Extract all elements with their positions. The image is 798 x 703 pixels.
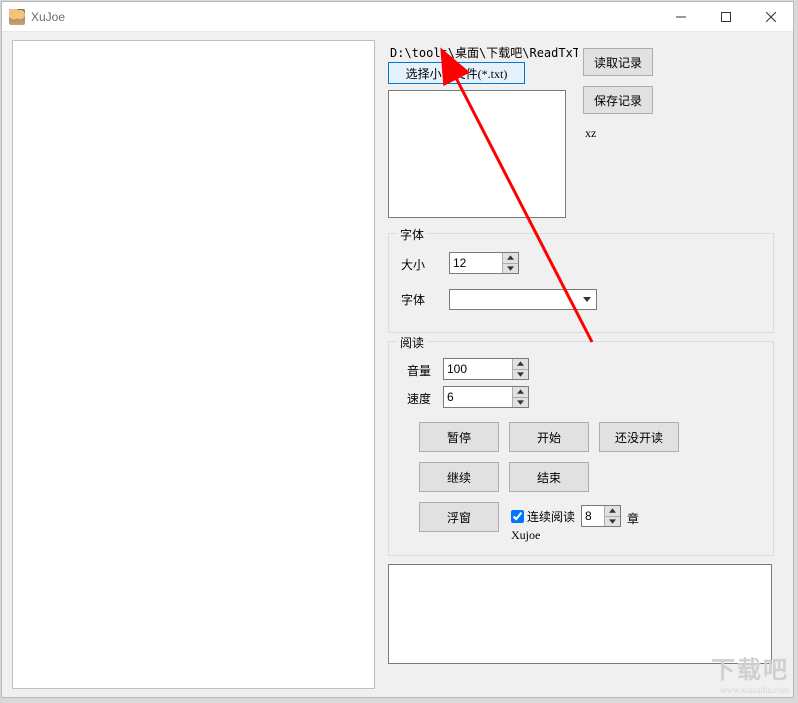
spin-down-icon[interactable] — [502, 264, 518, 274]
spin-up-icon[interactable] — [604, 506, 620, 517]
speed-value: 6 — [447, 390, 454, 404]
spin-up-icon[interactable] — [502, 253, 518, 264]
window-controls — [658, 2, 793, 32]
continuous-read-label: 连续阅读 — [527, 508, 575, 525]
xz-label: xz — [585, 126, 596, 141]
titlebar: XuJoe — [2, 2, 793, 32]
not-read-yet-button[interactable]: 还没开读 — [599, 422, 679, 452]
continue-button[interactable]: 继续 — [419, 462, 499, 492]
file-listbox[interactable] — [388, 90, 566, 218]
spin-down-icon[interactable] — [604, 517, 620, 527]
chapter-value: 8 — [585, 509, 592, 523]
maximize-button[interactable] — [703, 2, 748, 32]
save-record-button[interactable]: 保存记录 — [583, 86, 653, 114]
font-group: 字体 大小 12 字体 — [388, 233, 774, 333]
read-record-button[interactable]: 读取记录 — [583, 48, 653, 76]
select-file-button[interactable]: 选择小说文件(*.txt) — [388, 62, 525, 84]
pause-button[interactable]: 暂停 — [419, 422, 499, 452]
output-textarea[interactable] — [388, 564, 772, 664]
watermark: 下载吧 www.xiazaiba.com — [711, 650, 789, 695]
signature-label: Xujoe — [511, 528, 540, 543]
continuous-read-checkbox[interactable]: 连续阅读 — [511, 508, 575, 525]
speed-label: 速度 — [407, 390, 431, 407]
app-window: XuJoe D:\tools\桌面\下载吧\ReadTxT1.0 选择小说文件(… — [1, 1, 794, 698]
watermark-url: www.xiazaiba.com — [711, 685, 789, 695]
font-face-combo[interactable] — [449, 289, 597, 310]
volume-value: 100 — [447, 362, 467, 376]
end-button[interactable]: 结束 — [509, 462, 589, 492]
float-window-button[interactable]: 浮窗 — [419, 502, 499, 532]
speed-spinner[interactable]: 6 — [443, 386, 529, 408]
spin-down-icon[interactable] — [512, 370, 528, 380]
spin-up-icon[interactable] — [512, 359, 528, 370]
minimize-button[interactable] — [658, 2, 703, 32]
spin-up-icon[interactable] — [512, 387, 528, 398]
continuous-read-input[interactable] — [511, 510, 524, 523]
chapter-suffix-label: 章 — [627, 510, 639, 527]
volume-label: 音量 — [407, 362, 431, 379]
controls-panel: D:\tools\桌面\下载吧\ReadTxT1.0 选择小说文件(*.txt)… — [388, 40, 784, 689]
window-title: XuJoe — [31, 10, 65, 24]
close-button[interactable] — [748, 2, 793, 32]
start-button[interactable]: 开始 — [509, 422, 589, 452]
client-area: D:\tools\桌面\下载吧\ReadTxT1.0 选择小说文件(*.txt)… — [2, 32, 793, 697]
watermark-text: 下载吧 — [711, 658, 789, 684]
chapter-spinner[interactable]: 8 — [581, 505, 621, 527]
font-group-legend: 字体 — [397, 226, 427, 243]
font-size-spinner[interactable]: 12 — [449, 252, 519, 274]
font-size-label: 大小 — [401, 256, 425, 273]
preview-pane[interactable] — [12, 40, 375, 689]
spin-down-icon[interactable] — [512, 398, 528, 408]
read-group-legend: 阅读 — [397, 334, 427, 351]
font-face-label: 字体 — [401, 291, 425, 308]
app-icon — [9, 9, 25, 25]
font-size-value: 12 — [453, 256, 466, 270]
chevron-down-icon — [579, 292, 594, 307]
read-group: 阅读 音量 100 速度 6 暂停 — [388, 341, 774, 556]
file-path-label: D:\tools\桌面\下载吧\ReadTxT1.0 — [390, 44, 578, 61]
volume-spinner[interactable]: 100 — [443, 358, 529, 380]
